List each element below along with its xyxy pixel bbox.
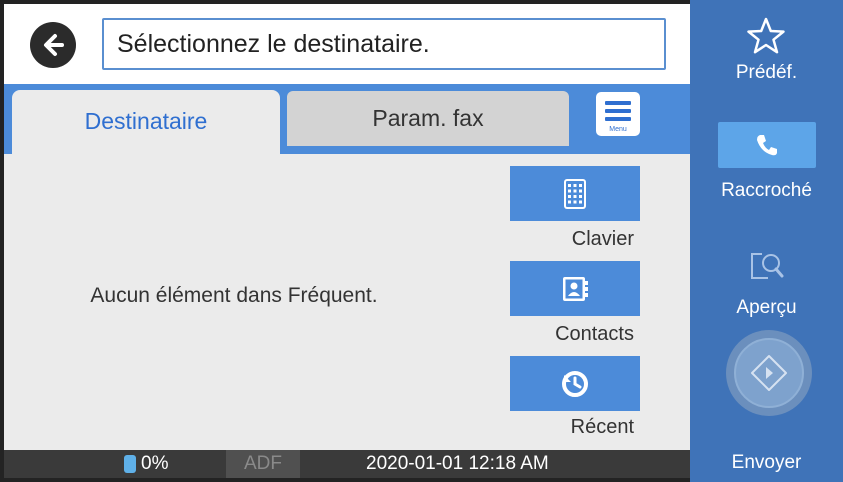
preset-label: Prédéf. <box>735 62 798 83</box>
datetime: 2020-01-01 12:18 AM <box>366 453 549 474</box>
fax-screen: Sélectionnez le destinataire. Destinatai… <box>0 0 843 482</box>
recent-label: Récent <box>570 416 634 438</box>
ink-icon <box>124 455 136 473</box>
preview-button[interactable]: Aperçu <box>690 240 843 320</box>
menu-icon: Menu <box>605 101 631 133</box>
contacts-label: Contacts <box>555 323 634 345</box>
preset-button[interactable]: Prédéf. <box>690 0 843 100</box>
keypad-icon <box>564 178 586 209</box>
menu-button[interactable]: Menu <box>594 90 642 138</box>
top-bar: Sélectionnez le destinataire. <box>4 4 690 84</box>
empty-list-message: Aucun élément dans Fréquent. <box>90 284 378 307</box>
main-area: Sélectionnez le destinataire. Destinatai… <box>4 4 690 478</box>
send-button-inner <box>734 338 804 408</box>
phone-icon <box>757 135 777 156</box>
contacts-button[interactable] <box>510 261 640 316</box>
status-bar: 0% ADF 2020-01-01 12:18 AM <box>4 450 690 478</box>
back-button[interactable] <box>30 22 76 68</box>
back-arrow-icon <box>44 34 64 56</box>
clock-icon <box>562 370 588 397</box>
contacts-icon <box>563 276 588 301</box>
right-panel: Prédéf. Raccroché Aperçu Envoyer <box>690 0 843 482</box>
adf-indicator: ADF <box>226 450 300 478</box>
recent-button[interactable] <box>510 356 640 411</box>
preview-icon <box>751 253 784 279</box>
keypad-label: Clavier <box>571 228 634 250</box>
menu-label: Menu <box>609 126 627 133</box>
recipient-prompt-field[interactable]: Sélectionnez le destinataire. <box>102 18 666 70</box>
send-label: Envoyer <box>731 452 802 473</box>
tab-param-fax[interactable]: Param. fax <box>287 91 569 146</box>
keypad-button[interactable] <box>510 166 640 221</box>
send-button[interactable] <box>726 330 812 416</box>
hangup-button[interactable] <box>718 122 816 168</box>
preview-label: Aperçu <box>736 297 797 318</box>
ink-level: 0% <box>141 453 169 474</box>
tab-bar: Destinataire Param. fax Menu <box>4 84 690 154</box>
tab-destinataire[interactable]: Destinataire <box>12 90 280 154</box>
start-icon <box>751 355 787 391</box>
hangup-label: Raccroché <box>721 180 812 201</box>
star-icon <box>747 17 785 54</box>
